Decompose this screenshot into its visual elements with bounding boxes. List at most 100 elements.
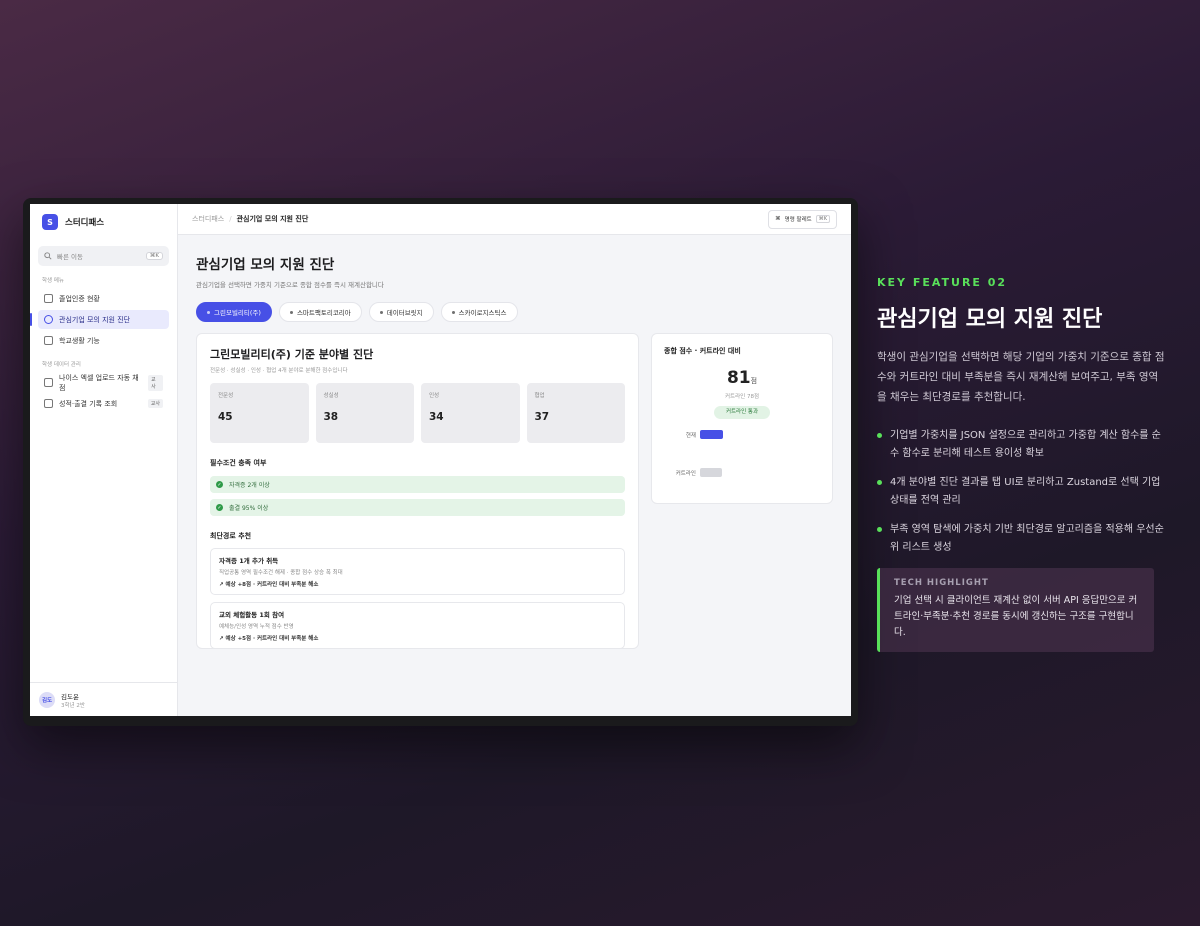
company-tabs: 그린모빌리티(주) 스마트팩토리코리아 데이터브릿지 스카이로지스틱스 <box>196 302 833 322</box>
score-character: 인성 34 <box>421 383 520 443</box>
quick-search-input[interactable]: 빠른 이동 ⌘K <box>38 246 169 266</box>
total-score-value: 81 <box>726 368 751 388</box>
tab-label: 스마트팩토리코리아 <box>296 309 351 317</box>
search-icon <box>44 252 52 260</box>
sidebar-item-label: 나이스 엑셀 업로드 자동 채점 <box>59 373 139 392</box>
tech-body: 기업 선택 시 클라이언트 재계산 없이 서버 API 응답만으로 커트라인·부… <box>894 595 1138 638</box>
tab-data-bridge[interactable]: 데이터브릿지 <box>368 302 434 322</box>
tech-highlight: TECH HIGHLIGHT 기업 선택 시 클라이언트 재계산 없이 서버 A… <box>877 568 1154 652</box>
check-icon: ✓ <box>216 481 223 488</box>
recommendation-name: 교외 체험활동 1회 참여 <box>219 611 285 619</box>
status-badge: 커트라인 통과 <box>714 406 770 419</box>
bar-track <box>700 430 810 439</box>
brand-logo-icon: S <box>42 214 58 230</box>
brand-name: 스터디패스 <box>65 218 105 228</box>
cards-row: 그린모빌리티(주) 기준 분야별 진단 전문성 · 성실성 · 인성 · 협업 … <box>196 333 833 649</box>
score-collaboration: 협업 37 <box>526 383 625 443</box>
user-profile[interactable]: 김도 김도윤 3학년 2반 <box>30 682 177 716</box>
diagnosis-subtitle: 전문성 · 성실성 · 인성 · 협업 4개 분야로 분해한 점수입니다 <box>210 368 348 374</box>
tab-dot-icon <box>289 310 293 314</box>
sidebar-item-label: 졸업인증 현황 <box>59 294 100 303</box>
total-title: 종합 점수 · 커트라인 대비 <box>664 347 741 355</box>
tab-label: 그린모빌리티(주) <box>214 309 261 317</box>
recommendation-effect: ↗ 예상 +5점 · 커트라인 대비 부족분 해소 <box>219 634 616 642</box>
requirement-item: ✓ 출결 95% 이상 <box>210 499 625 516</box>
score-label: 전문성 <box>218 393 234 399</box>
sidebar-item-records[interactable]: 성적·출결 기록 조회 교사 <box>38 394 169 413</box>
tab-dot-icon <box>207 310 210 314</box>
tab-label: 데이터브릿지 <box>386 309 423 317</box>
bar-label: 커트라인 <box>675 470 696 477</box>
feature-kicker: KEY FEATURE 02 <box>877 276 1008 289</box>
feature-desc: 학생이 관심기업을 선택하면 해당 기업의 가중치 기준으로 종합 점수와 커트… <box>877 351 1165 403</box>
recommendation-desc: 예체능/인성 영역 누적 점수 반영 <box>219 624 294 630</box>
sidebar: S 스터디패스 빠른 이동 ⌘K 학생 메뉴 졸업인증 현황 관심기업 모의 지… <box>30 204 178 716</box>
breadcrumb-current: 관심기업 모의 지원 진단 <box>236 215 309 223</box>
calendar-icon <box>44 336 53 345</box>
requirement-label: 출결 95% 이상 <box>229 505 269 512</box>
diagnosis-card: 그린모빌리티(주) 기준 분야별 진단 전문성 · 성실성 · 인성 · 협업 … <box>196 333 639 649</box>
requirements-title: 필수조건 충족 여부 <box>210 459 267 467</box>
teacher-badge: 교사 <box>148 374 163 391</box>
tab-smart-factory[interactable]: 스마트팩토리코리아 <box>278 302 362 322</box>
recommendation-item[interactable]: 교외 체험활동 1회 참여 예체능/인성 영역 누적 점수 반영 ↗ 예상 +5… <box>210 602 625 649</box>
feature-title: 관심기업 모의 지원 진단 <box>877 307 1103 332</box>
sidebar-item-neis-upload[interactable]: 나이스 엑셀 업로드 자동 채점 교사 <box>38 373 169 392</box>
brand[interactable]: S 스터디패스 <box>38 214 169 246</box>
requirement-item: ✓ 자격증 2개 이상 <box>210 476 625 493</box>
score-label: 성실성 <box>323 393 339 399</box>
clipboard-icon <box>44 399 53 408</box>
recommendation-effect: ↗ 예상 +8점 · 커트라인 대비 부족분 해소 <box>219 580 616 588</box>
command-palette-shortcut: ⌘K <box>815 215 830 223</box>
recommendation-effect-text: 예상 +5점 · 커트라인 대비 부족분 해소 <box>225 636 319 642</box>
feature-bullet: 기업별 가중치를 JSON 설정으로 관리하고 가중합 계산 함수를 순수 함수… <box>877 427 1167 463</box>
bar-label: 현재 <box>685 432 696 439</box>
diagnosis-title: 그린모빌리티(주) 기준 분야별 진단 <box>210 348 374 361</box>
sidebar-item-label: 학교생활 기능 <box>59 336 100 345</box>
command-icon: ⌘ <box>775 216 781 222</box>
main-area: 스터디패스 / 관심기업 모의 지원 진단 ⌘ 명령 팔레트 ⌘K 관심기업 모… <box>178 204 851 716</box>
teacher-section-label: 학생 데이터 관리 <box>42 362 81 368</box>
tab-green-mobility[interactable]: 그린모빌리티(주) <box>196 302 272 322</box>
bar-cutline <box>700 468 722 477</box>
score-diligence: 성실성 38 <box>315 383 414 443</box>
tab-dot-icon <box>451 310 455 314</box>
device-mockup: S 스터디패스 빠른 이동 ⌘K 학생 메뉴 졸업인증 현황 관심기업 모의 지… <box>23 198 858 726</box>
recommendation-desc: 직업공통 영역 필수조건 해제 · 종합 점수 상승 폭 최대 <box>219 570 343 576</box>
bar-track <box>700 468 810 477</box>
student-section-label: 학생 메뉴 <box>42 278 64 284</box>
breadcrumb-root[interactable]: 스터디패스 <box>192 214 224 224</box>
search-shortcut: ⌘K <box>145 252 163 260</box>
feature-description: KEY FEATURE 02 관심기업 모의 지원 진단 학생이 관심기업을 선… <box>877 276 1167 652</box>
cloud-icon <box>44 294 53 303</box>
score-expertise: 전문성 45 <box>210 383 309 443</box>
sidebar-item-graduation[interactable]: 졸업인증 현황 <box>38 289 169 308</box>
recommendation-item[interactable]: 자격증 1개 추가 취득 직업공통 영역 필수조건 해제 · 종합 점수 상승 … <box>210 548 625 595</box>
upload-icon <box>44 378 53 387</box>
bar-current <box>700 430 723 439</box>
score-value: 38 <box>323 411 339 423</box>
sidebar-item-company-diagnosis[interactable]: 관심기업 모의 지원 진단 <box>30 310 169 329</box>
recommendation-effect-text: 예상 +8점 · 커트라인 대비 부족분 해소 <box>225 582 319 588</box>
cutline-text: 커트라인 78점 <box>724 394 760 400</box>
score-value: 45 <box>218 411 233 423</box>
score-label: 인성 <box>429 393 440 399</box>
score-value: 34 <box>429 411 444 423</box>
topbar: 스터디패스 / 관심기업 모의 지원 진단 ⌘ 명령 팔레트 ⌘K <box>178 204 851 235</box>
tech-label: TECH HIGHLIGHT <box>894 578 989 588</box>
category-scores: 전문성 45 성실성 38 인성 34 협업 37 <box>210 383 625 443</box>
feature-bullets: 기업별 가중치를 JSON 설정으로 관리하고 가중합 계산 함수를 순수 함수… <box>877 427 1167 557</box>
tab-sky-logistics[interactable]: 스카이로지스틱스 <box>440 302 518 322</box>
avatar: 김도 <box>39 691 55 708</box>
command-palette-button[interactable]: ⌘ 명령 팔레트 ⌘K <box>768 209 837 229</box>
page-subtitle: 관심기업을 선택하면 가중치 기준으로 종합 점수를 즉시 재계산합니다 <box>196 281 384 289</box>
breadcrumb-separator: / <box>229 215 232 223</box>
recommendation-title: 최단경로 추천 <box>210 532 252 540</box>
user-name: 김도윤 <box>61 692 79 701</box>
check-icon: ✓ <box>216 504 223 511</box>
tab-label: 스카이로지스틱스 <box>458 309 507 317</box>
page-title: 관심기업 모의 지원 진단 <box>196 257 335 273</box>
total-score-card: 종합 점수 · 커트라인 대비 81점 커트라인 78점 커트라인 통과 현재 <box>651 333 833 504</box>
sidebar-item-school-life[interactable]: 학교생활 기능 <box>38 331 169 350</box>
user-class: 3학년 2반 <box>61 702 85 709</box>
